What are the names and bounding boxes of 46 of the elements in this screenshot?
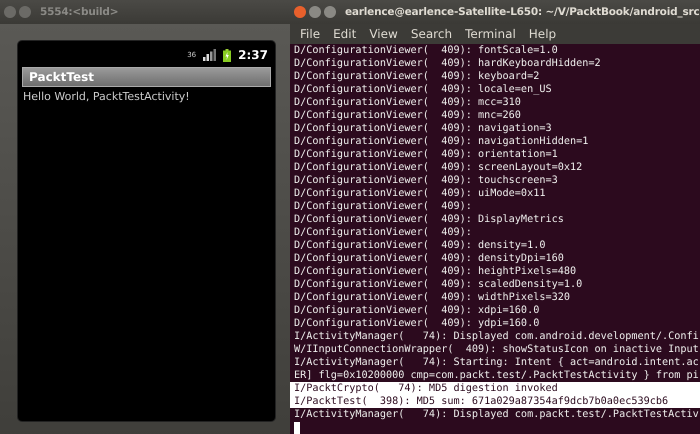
menu-item[interactable]: Search xyxy=(410,27,452,41)
terminal-line: D/ConfigurationViewer( 409): uiMode=0x11 xyxy=(294,187,546,200)
terminal-line: D/ConfigurationViewer( 409): scaledDensity=1.0 xyxy=(294,278,584,291)
signal-icon xyxy=(203,49,216,61)
terminal-line: D/ConfigurationViewer( 409): orientation=1 xyxy=(294,148,559,161)
terminal-line: D/ConfigurationViewer( 409): DisplayMetrics xyxy=(294,213,565,226)
text-cursor xyxy=(294,422,300,434)
terminal-line: D/ConfigurationViewer( 409): ydpi=160.0 xyxy=(294,317,540,330)
terminal-line: D/ConfigurationViewer( 409): density=1.0 xyxy=(294,239,546,252)
terminal-line: D/ConfigurationViewer( 409): heightPixels=480 xyxy=(294,265,578,278)
terminal-line: D/ConfigurationViewer( 409): navigation=3 xyxy=(294,122,553,135)
terminal-line: D/ConfigurationViewer( 409): xyxy=(294,226,473,239)
terminal-line: ER] flg=0x10200000 cmp=com.packt.test/.PacktTestActivity } from pi xyxy=(294,369,700,382)
terminal-line: D/ConfigurationViewer( 409): xyxy=(294,200,473,213)
menu-item[interactable]: View xyxy=(369,27,398,41)
terminal-line: D/ConfigurationViewer( 409): navigationHidden=1 xyxy=(294,135,590,148)
terminal-line: D/ConfigurationViewer( 409): mnc=260 xyxy=(294,109,522,122)
terminal-line: D/ConfigurationViewer( 409): hardKeyboardHidden=2 xyxy=(294,57,602,70)
terminal-line: D/ConfigurationViewer( 409): densityDpi=160 xyxy=(294,252,565,265)
menu-item[interactable]: Help xyxy=(528,27,556,41)
minimize-icon[interactable] xyxy=(19,6,31,18)
terminal-line: D/ConfigurationViewer( 409): screenLayout=0x12 xyxy=(294,161,584,174)
close-icon[interactable] xyxy=(294,6,306,18)
window-title: 5554:<build> xyxy=(40,6,118,18)
menu-item[interactable]: Edit xyxy=(333,27,356,41)
clock-time: 2:37 xyxy=(238,48,268,62)
terminal-line: W/IInputConnectionWrapper( 409): showStatusIcon on inactive Input xyxy=(294,343,700,356)
terminal-line: D/ConfigurationViewer( 409): keyboard=2 xyxy=(294,70,540,83)
maximize-icon[interactable] xyxy=(324,6,336,18)
terminal-line: D/ConfigurationViewer( 409): touchscreen=3 xyxy=(294,174,559,187)
menu-item[interactable]: File xyxy=(300,27,320,41)
window-title: earlence@earlence-Satellite-L650: ~/V/PacktBook/android_src xyxy=(345,6,700,18)
terminal-line: I/ActivityManager( 74): Starting: Intent { act=android.intent.ac xyxy=(294,356,700,369)
terminal-line: D/ConfigurationViewer( 409): fontScale=1.0 xyxy=(294,44,559,57)
close-icon[interactable] xyxy=(4,6,16,18)
terminal-line: D/ConfigurationViewer( 409): mcc=310 xyxy=(294,96,522,109)
hello-text: Hello World, PacktTestActivity! xyxy=(22,89,191,103)
terminal-line: D/ConfigurationViewer( 409): xdpi=160.0 xyxy=(294,304,540,317)
battery-icon xyxy=(223,48,232,62)
app-title-bar: PacktTest xyxy=(22,67,271,87)
terminal-line: I/ActivityManager( 74): Displayed com.android.development/.Confi xyxy=(294,330,700,343)
minimize-icon[interactable] xyxy=(309,6,321,18)
terminal-line: D/ConfigurationViewer( 409): locale=en_US xyxy=(294,83,553,96)
terminal-line: D/ConfigurationViewer( 409): widthPixels=320 xyxy=(294,291,572,304)
menu-item[interactable]: Terminal xyxy=(465,27,516,41)
terminal-line: I/ActivityManager( 74): Displayed com.packt.test/.PacktTestActiv xyxy=(294,408,700,421)
